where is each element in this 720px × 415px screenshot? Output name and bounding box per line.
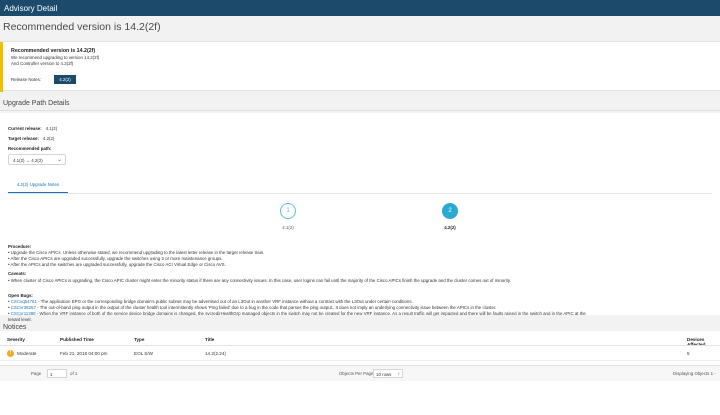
bug-item: • CSCvr11388 - When the VRF instance of … [8, 311, 586, 316]
tab-divider [8, 192, 712, 194]
recommended-path-select[interactable]: 4.1(2) → 4.2(2) ⌄ [8, 154, 66, 165]
step-2-label: 4.2(2) [444, 225, 456, 230]
warning-icon: ! [7, 350, 14, 357]
release-notes-label: Release Notes: [11, 77, 42, 82]
page-count: of 1 [70, 371, 78, 376]
recommendation-heading: Recommended version is 14.2(2f) [11, 48, 96, 54]
column-header-published[interactable]: Published Time [60, 337, 94, 342]
page-title: Recommended version is 14.2(2f) [3, 21, 161, 33]
path-select-value: 4.1(2) → 4.2(2) [13, 158, 43, 163]
step-1-label: 4.1(2) [282, 225, 294, 230]
procedure-item: • After the Cisco APICs are upgraded suc… [8, 256, 223, 261]
cell-published: Feb 21, 2018 04:00 pm [60, 351, 108, 356]
recommendation-line-2: And Controller version to 4.2(2f) [11, 61, 74, 66]
column-header-type[interactable]: Type [134, 337, 144, 342]
caveat-item: • When cluster of Cisco APICs is upgradi… [8, 278, 511, 283]
target-release: Target release: 4.2(2) [8, 136, 55, 141]
header-divider [0, 345, 720, 346]
bug-item: • CSCvq54761 - The application EPG or th… [8, 299, 413, 304]
step-1-circle[interactable]: 1 [280, 203, 296, 219]
row-divider [0, 360, 720, 361]
bug-link[interactable]: CSCvr11388 [11, 311, 36, 316]
upgrade-section-title: Upgrade Path Details [0, 97, 720, 111]
recommendation-line-1: We recommend upgrading to version 14.2(2… [11, 55, 100, 60]
rows-per-page-select[interactable]: 10 rows ↕ [373, 369, 403, 378]
column-header-title[interactable]: Title [205, 337, 214, 342]
step-2-circle[interactable]: 2 [442, 203, 458, 219]
procedure-item: • After the APICs and the switches are u… [8, 262, 226, 267]
pagination-bar: Page 1 of 1 Objects Per Page 10 rows ↕ D… [0, 365, 720, 381]
recommendation-card: Recommended version is 14.2(2f) We recom… [0, 41, 720, 92]
window-title: Advisory Detail [0, 0, 720, 16]
tab-upgrade-notes[interactable]: 4.2(2) Upgrade Notes [8, 179, 68, 193]
column-header-severity[interactable]: Severity [7, 337, 25, 342]
open-bugs-title: Open Bugs: [8, 293, 33, 298]
current-release: Current release: 4.1(2) [8, 126, 58, 131]
cell-devices: 5 [687, 351, 690, 356]
displaying-count: Displaying Objects 1 - [673, 371, 716, 376]
bug-link[interactable]: CSCvq54761 [11, 299, 37, 304]
warning-accent-bar [0, 42, 3, 92]
cell-type: EOL S/W [134, 351, 153, 356]
bug-item: • CSCvr38257 - The out-of-band ping outp… [8, 305, 497, 310]
page-number-input[interactable]: 1 [47, 369, 67, 378]
caveats-title: Caveats: [8, 271, 27, 276]
release-notes-button[interactable]: 4.2(2) [54, 75, 76, 84]
cell-severity: Moderate [17, 351, 37, 356]
recommended-path-label: Recommended path: [8, 146, 52, 151]
per-page-label: Objects Per Page [339, 371, 374, 376]
rows-per-page-value: 10 rows [376, 372, 392, 377]
notice-title-link[interactable]: 14.2(2.24) [205, 351, 226, 356]
sort-arrows-icon: ↕ [397, 371, 400, 376]
upgrade-path-panel: Current release: 4.1(2) Target release: 4.… [0, 113, 720, 316]
procedure-item: • Upgrade the Cisco APICs. Unless otherw… [8, 250, 265, 255]
procedure-title: Procedure: [8, 244, 32, 249]
chevron-down-icon: ⌄ [56, 157, 62, 163]
page-label: Page [31, 371, 42, 376]
bug-link[interactable]: CSCvr38257 [11, 305, 36, 310]
